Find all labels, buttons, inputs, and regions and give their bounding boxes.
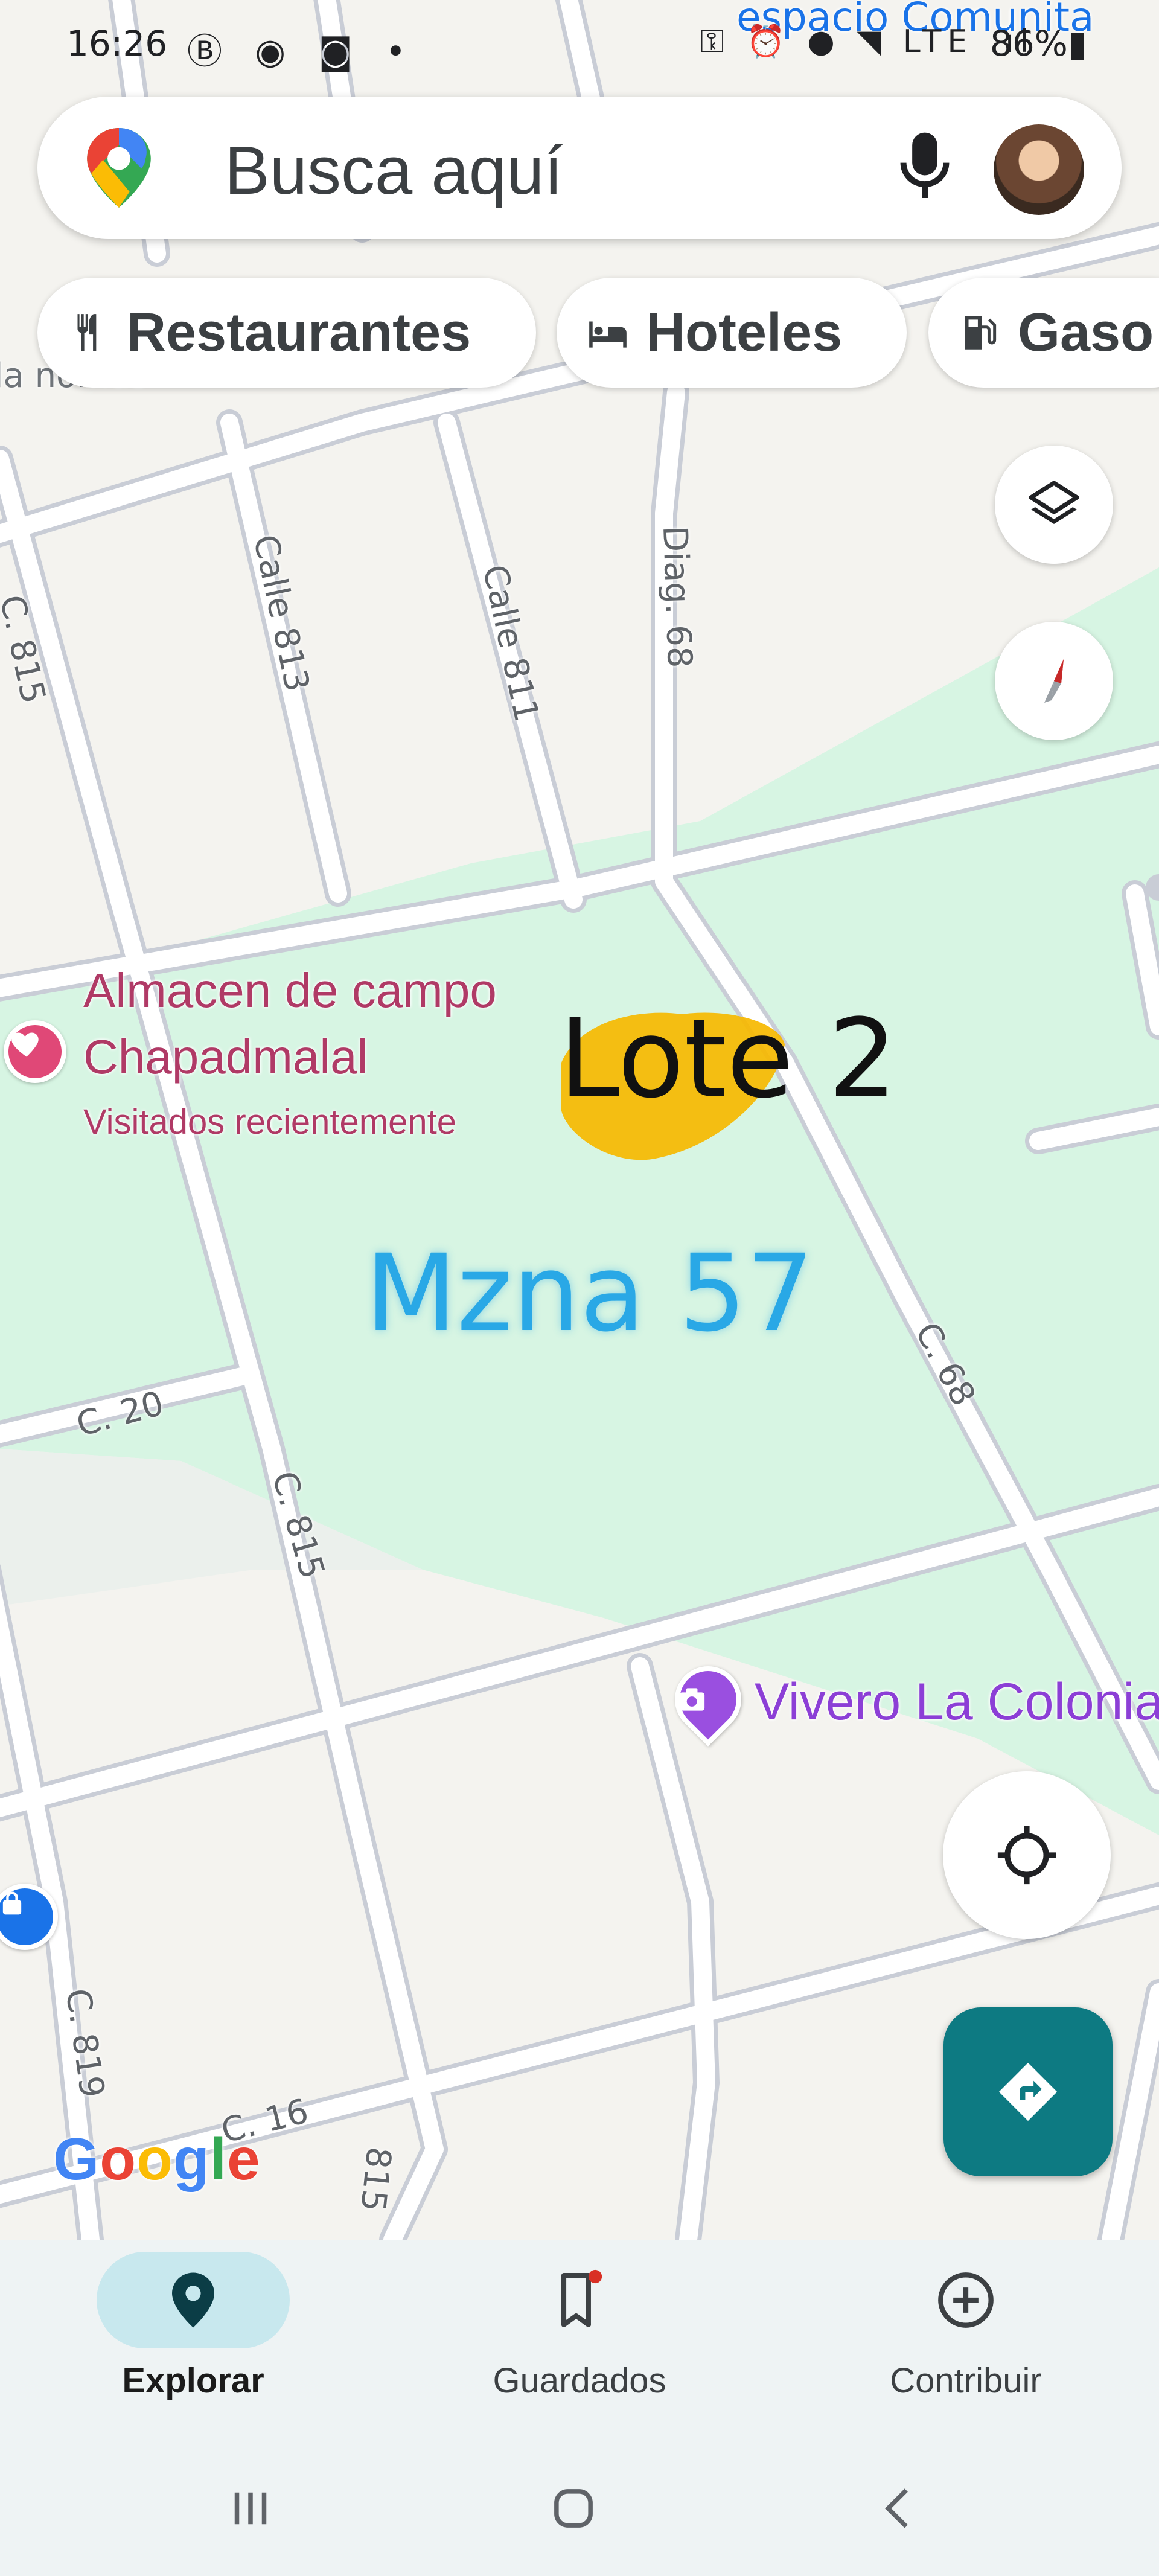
nav-icon-container bbox=[869, 2252, 1062, 2348]
status-system-icons: ⚿ ⏰ ● ◥ LTE .ıl bbox=[700, 24, 1035, 60]
search-input[interactable]: Busca aquí bbox=[225, 132, 563, 209]
directions-icon bbox=[998, 2062, 1058, 2121]
street-label-diag-68: Diag. 68 bbox=[655, 525, 700, 669]
chip-gasolineras[interactable]: Gaso bbox=[928, 278, 1159, 388]
directions-button[interactable] bbox=[943, 2007, 1113, 2176]
explore-pin-icon bbox=[172, 2272, 214, 2328]
my-location-icon bbox=[997, 1826, 1056, 1885]
chip-label: Restaurantes bbox=[127, 302, 471, 363]
search-bar[interactable]: Busca aquí bbox=[37, 97, 1122, 239]
status-bar: 16:26 Ⓑ ◉ ◙ • ⚿ ⏰ ● ◥ LTE .ıl 86%▮ bbox=[0, 0, 1159, 91]
status-notification-icons: Ⓑ ◉ ◙ • bbox=[187, 31, 417, 72]
nav-icon-container bbox=[97, 2252, 290, 2348]
bottom-navigation: Explorar Guardados Contribuir bbox=[0, 2240, 1159, 2457]
avatar[interactable] bbox=[994, 124, 1084, 215]
nav-label: Contribuir bbox=[890, 2361, 1042, 2400]
status-battery: 86%▮ bbox=[990, 23, 1087, 64]
hotel-icon bbox=[589, 321, 627, 348]
layers-icon bbox=[1029, 481, 1079, 524]
chip-label: Hoteles bbox=[646, 302, 843, 363]
chip-restaurantes[interactable]: Restaurantes bbox=[37, 278, 536, 388]
nav-contribuir[interactable]: Contribuir bbox=[773, 2240, 1159, 2457]
google-logo: Google bbox=[53, 2126, 261, 2192]
chip-label: Gaso bbox=[1018, 302, 1154, 363]
manzana-label: Mzna 57 bbox=[365, 1232, 814, 1355]
poi-subtitle: Visitados recientemente bbox=[83, 1102, 456, 1142]
restaurant-icon bbox=[77, 314, 97, 351]
nav-guardados[interactable]: Guardados bbox=[386, 2240, 773, 2457]
poi-name-line2: Chapadmalal bbox=[83, 1030, 368, 1084]
compass-icon bbox=[1044, 659, 1064, 703]
google-maps-pin-icon bbox=[86, 128, 152, 211]
maps-screen: C. 815 Calle 813 Calle 811 Diag. 68 C. 2… bbox=[0, 0, 1159, 2576]
lote-label: Lote 2 bbox=[559, 996, 898, 1122]
recents-icon[interactable] bbox=[223, 2481, 278, 2539]
layers-button[interactable] bbox=[995, 446, 1113, 564]
add-circle-icon bbox=[938, 2272, 994, 2328]
poi-name: Vivero La Colonia bbox=[755, 1673, 1159, 1731]
my-location-button[interactable] bbox=[943, 1771, 1111, 1939]
compass-button[interactable] bbox=[995, 622, 1113, 740]
poi-name-line1: Almacen de campo bbox=[83, 964, 497, 1017]
microphone-icon[interactable] bbox=[895, 126, 955, 213]
gas-station-icon bbox=[965, 316, 997, 350]
home-icon[interactable] bbox=[546, 2481, 601, 2539]
back-icon[interactable] bbox=[872, 2481, 927, 2539]
chip-hoteles[interactable]: Hoteles bbox=[557, 278, 907, 388]
nav-label: Guardados bbox=[493, 2361, 666, 2400]
system-navigation-bar bbox=[0, 2457, 1159, 2576]
status-time: 16:26 bbox=[66, 23, 168, 64]
nav-label: Explorar bbox=[122, 2361, 264, 2400]
heart-pin-icon bbox=[4, 1020, 66, 1083]
nav-icon-container bbox=[483, 2252, 676, 2348]
bookmark-icon bbox=[561, 2269, 602, 2327]
street-label-815-bottom: 815 bbox=[353, 2145, 398, 2214]
nav-explorar[interactable]: Explorar bbox=[0, 2240, 386, 2457]
